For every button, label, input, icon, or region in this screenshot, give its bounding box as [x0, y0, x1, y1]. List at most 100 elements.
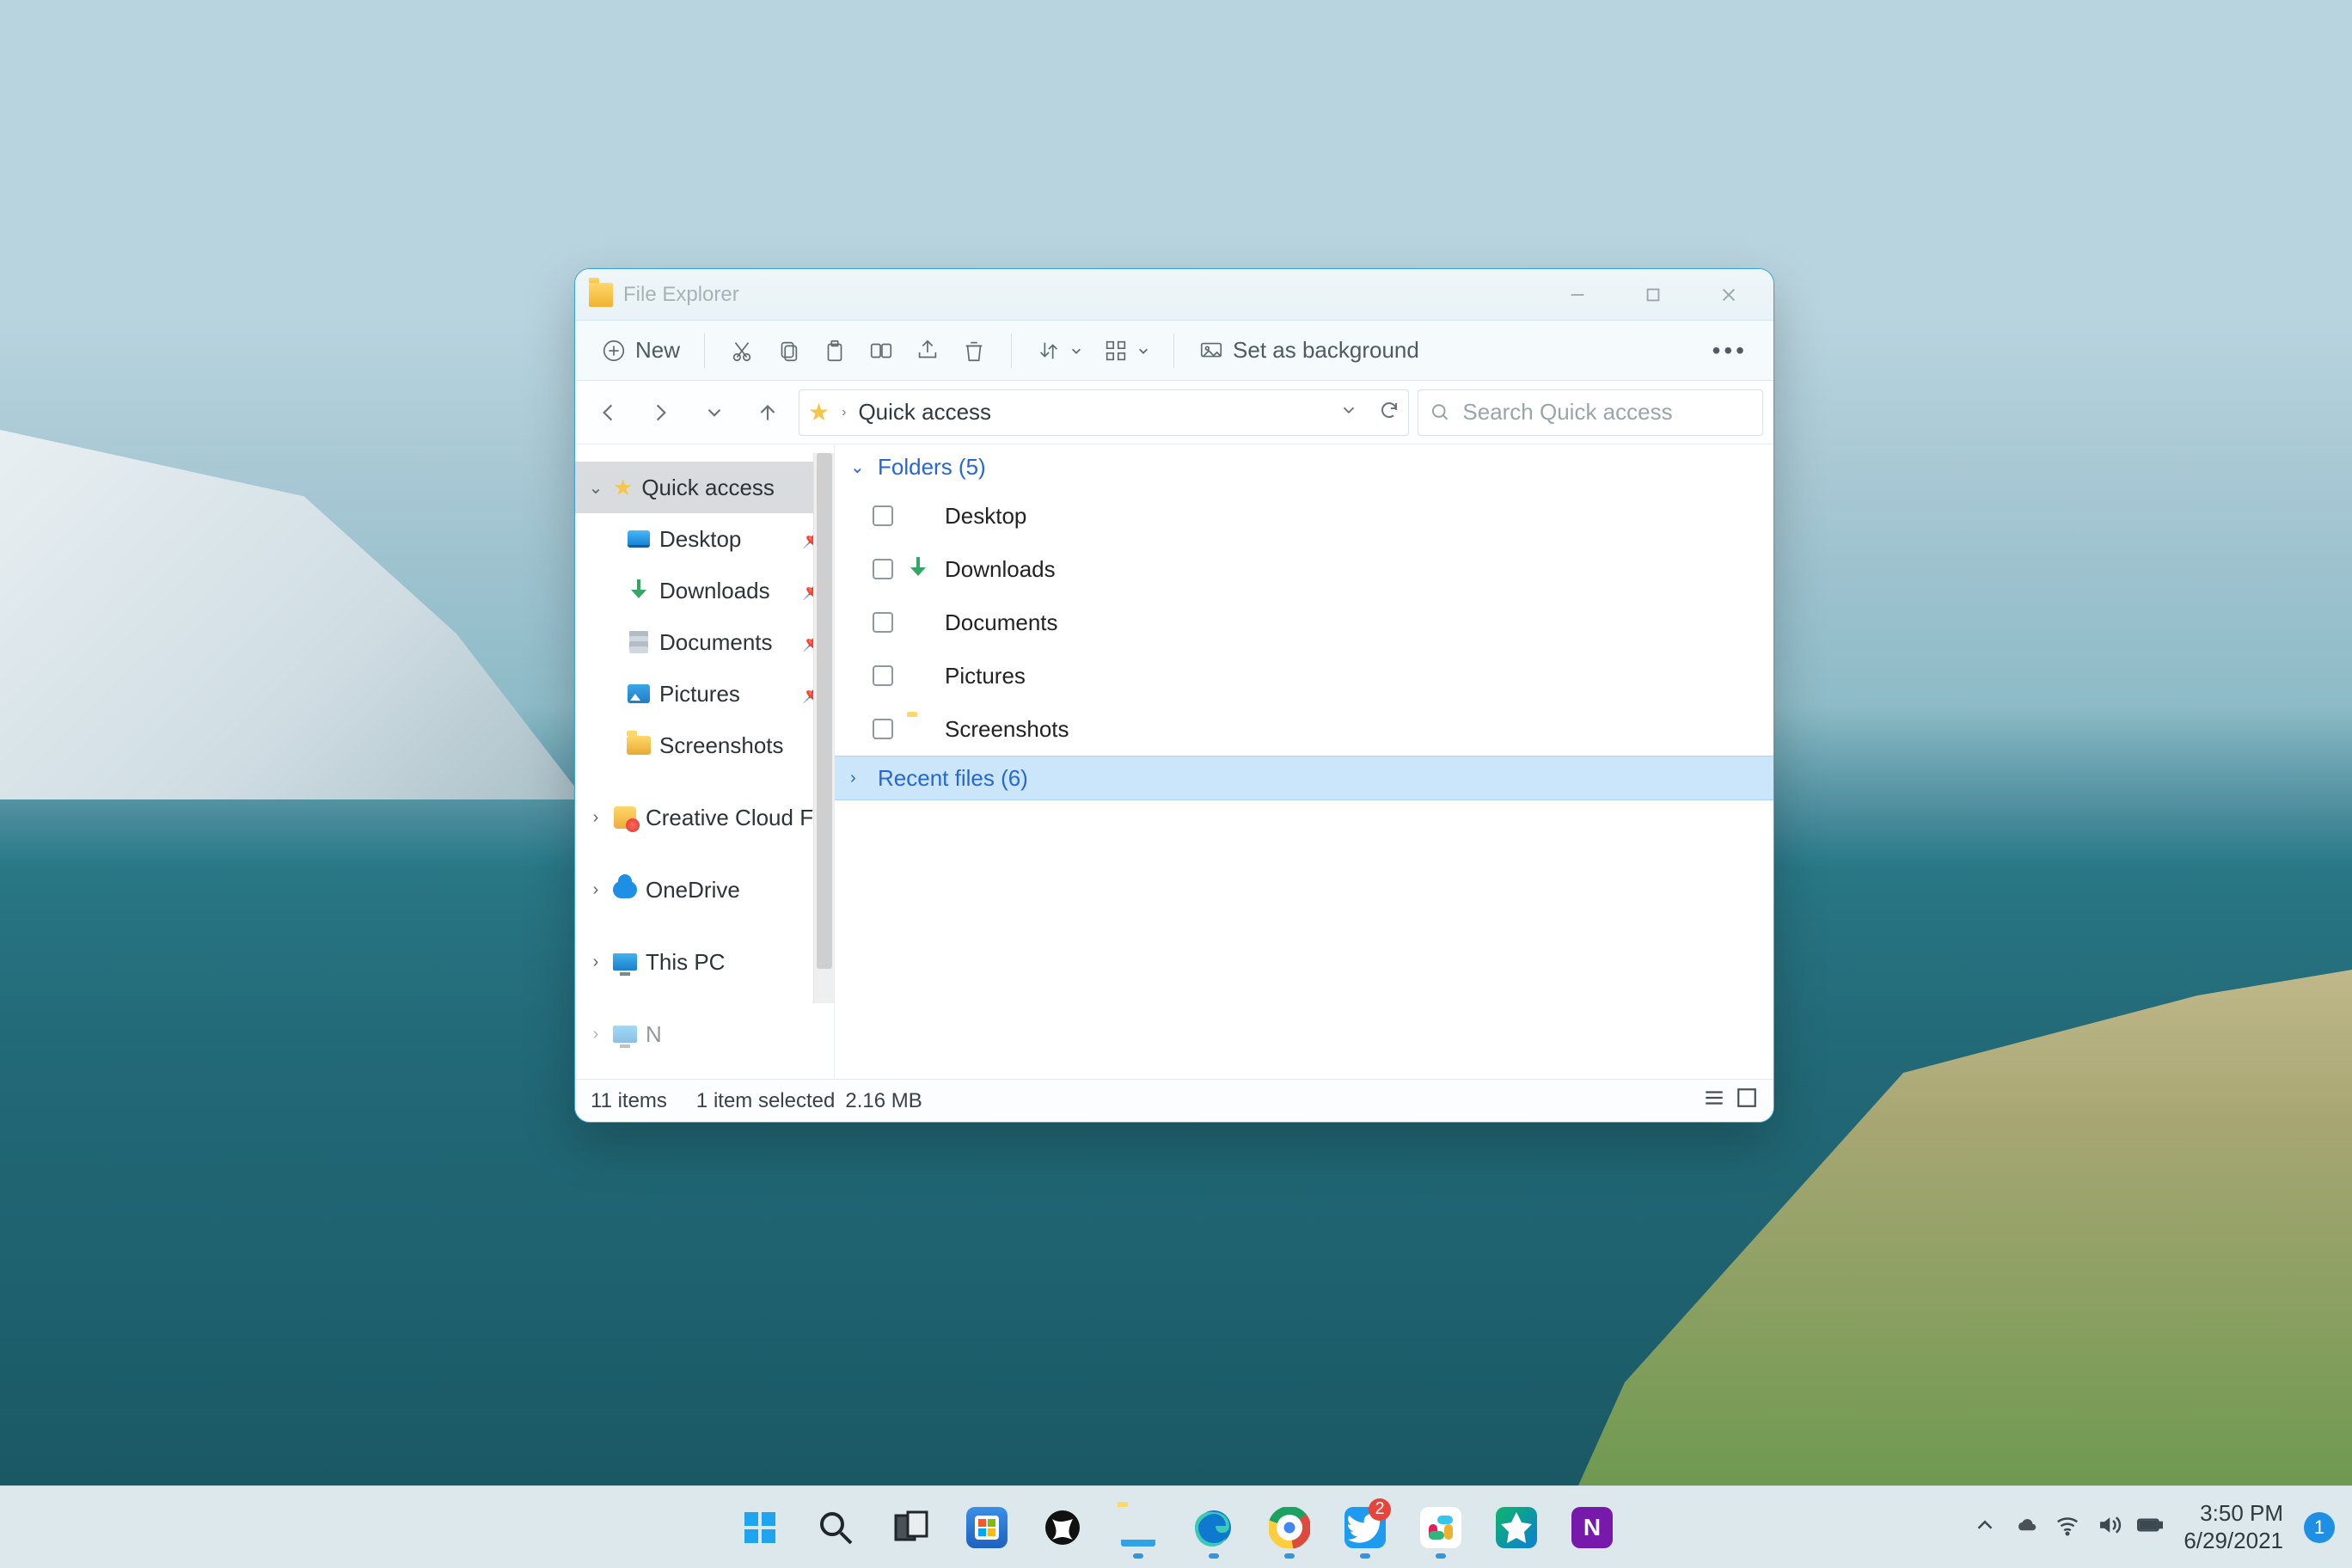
- checkbox[interactable]: [873, 665, 893, 686]
- sidebar-scrollbar[interactable]: [813, 453, 834, 1003]
- item-label: Pictures: [945, 663, 1026, 689]
- onedrive-tray-icon[interactable]: [2013, 1512, 2039, 1542]
- refresh-button[interactable]: [1379, 400, 1400, 425]
- chevron-down-icon: ⌄: [850, 456, 867, 478]
- onenote-button[interactable]: N: [1558, 1493, 1626, 1562]
- folder-item-screenshots[interactable]: Screenshots: [835, 702, 1773, 756]
- folder-item-pictures[interactable]: Pictures: [835, 649, 1773, 702]
- sidebar-network[interactable]: › N: [575, 1008, 834, 1060]
- share-button[interactable]: [904, 330, 951, 371]
- content-pane: ⌄ Folders (5) Desktop Downloads Document…: [835, 444, 1773, 1079]
- microsoft-store-button[interactable]: [952, 1493, 1021, 1562]
- set-as-background-button[interactable]: Set as background: [1188, 330, 1430, 371]
- group-header-recent-files[interactable]: › Recent files (6): [835, 756, 1773, 800]
- chevron-right-icon: ›: [587, 880, 604, 900]
- more-options-button[interactable]: •••: [1702, 330, 1758, 371]
- search-input[interactable]: [1462, 399, 1750, 426]
- view-button[interactable]: [1093, 330, 1160, 371]
- scrollbar-thumb[interactable]: [817, 453, 832, 969]
- sidebar-item-documents[interactable]: Documents 📌: [575, 616, 834, 668]
- folder-item-downloads[interactable]: Downloads: [835, 542, 1773, 596]
- twitter-button[interactable]: 2: [1331, 1493, 1400, 1562]
- sidebar-item-desktop[interactable]: Desktop 📌: [575, 513, 834, 565]
- checkbox[interactable]: [873, 505, 893, 526]
- sidebar-item-label: Documents: [659, 629, 773, 656]
- up-button[interactable]: [745, 390, 790, 435]
- file-explorer-window: File Explorer New: [574, 268, 1774, 1123]
- address-dropdown-button[interactable]: [1339, 401, 1358, 424]
- navigation-pane: ⌄ ★ Quick access Desktop 📌 Downloads 📌 D…: [575, 444, 835, 1079]
- taskbar-clock[interactable]: 3:50 PM 6/29/2021: [2184, 1500, 2283, 1553]
- star-icon: ★: [613, 475, 633, 501]
- details-view-button[interactable]: [1703, 1087, 1725, 1115]
- status-bar: 11 items 1 item selected 2.16 MB: [575, 1079, 1773, 1122]
- sidebar-item-downloads[interactable]: Downloads 📌: [575, 565, 834, 616]
- new-button[interactable]: New: [591, 330, 690, 371]
- breadcrumb-separator: ›: [842, 405, 846, 420]
- sidebar-quick-access[interactable]: ⌄ ★ Quick access: [575, 462, 834, 513]
- search-box[interactable]: [1418, 389, 1763, 436]
- item-label: Downloads: [945, 556, 1056, 583]
- sidebar-quick-access-label: Quick access: [641, 475, 775, 501]
- clock-time: 3:50 PM: [2184, 1500, 2283, 1527]
- wallpaper-mountain-left: [0, 430, 585, 799]
- chevron-right-icon: ›: [587, 808, 604, 828]
- sidebar-this-pc[interactable]: › This PC: [575, 936, 834, 988]
- edge-button[interactable]: [1179, 1493, 1248, 1562]
- address-bar[interactable]: ★ › Quick access: [799, 389, 1409, 436]
- sidebar-item-label: Desktop: [659, 526, 741, 553]
- folder-item-documents[interactable]: Documents: [835, 596, 1773, 649]
- chevron-down-icon: ⌄: [587, 477, 604, 499]
- sidebar-item-label: OneDrive: [646, 877, 740, 903]
- wifi-tray-icon[interactable]: [2055, 1512, 2080, 1542]
- recent-locations-button[interactable]: [692, 390, 737, 435]
- folder-item-desktop[interactable]: Desktop: [835, 489, 1773, 542]
- start-button[interactable]: [726, 1493, 794, 1562]
- checkbox[interactable]: [873, 719, 893, 739]
- sidebar-onedrive[interactable]: › OneDrive: [575, 864, 834, 916]
- checkbox[interactable]: [873, 559, 893, 579]
- status-items: 11 items: [591, 1089, 667, 1113]
- tray-overflow-button[interactable]: [1972, 1512, 1998, 1542]
- close-button[interactable]: [1691, 269, 1767, 321]
- sidebar-item-screenshots[interactable]: Screenshots: [575, 720, 834, 771]
- clock-date: 6/29/2021: [2184, 1528, 2283, 1554]
- network-icon: [613, 1026, 637, 1043]
- sidebar-item-pictures[interactable]: Pictures 📌: [575, 668, 834, 720]
- quick-access-star-icon: ★: [808, 398, 830, 426]
- maximize-button[interactable]: [1615, 269, 1691, 321]
- slack-button[interactable]: [1406, 1493, 1475, 1562]
- copy-button[interactable]: [765, 330, 812, 371]
- volume-tray-icon[interactable]: [2096, 1512, 2122, 1542]
- paste-button[interactable]: [812, 330, 858, 371]
- back-button[interactable]: [585, 390, 630, 435]
- notification-center-button[interactable]: 1: [2304, 1512, 2335, 1543]
- file-explorer-taskbar-button[interactable]: [1104, 1493, 1173, 1562]
- sidebar-creative-cloud[interactable]: › Creative Cloud Fil: [575, 792, 834, 843]
- sidebar-item-label: Pictures: [659, 681, 740, 707]
- onedrive-icon: [613, 881, 637, 898]
- desktop-icon: [628, 530, 650, 548]
- checkbox[interactable]: [873, 612, 893, 633]
- xbox-button[interactable]: [1028, 1493, 1097, 1562]
- group-header-folders[interactable]: ⌄ Folders (5): [835, 444, 1773, 489]
- rename-button[interactable]: [858, 330, 904, 371]
- thumbnails-view-button[interactable]: [1736, 1087, 1758, 1115]
- bluestacks-button[interactable]: [1482, 1493, 1551, 1562]
- search-button[interactable]: [801, 1493, 870, 1562]
- window-title: File Explorer: [623, 283, 739, 307]
- task-view-button[interactable]: [877, 1493, 946, 1562]
- chrome-button[interactable]: [1255, 1493, 1324, 1562]
- minimize-button[interactable]: [1540, 269, 1615, 321]
- titlebar[interactable]: File Explorer: [575, 269, 1773, 321]
- sidebar-item-label: This PC: [646, 949, 725, 976]
- taskbar: 2 N 3:50 PM 6/29/2021 1: [0, 1485, 2352, 1568]
- forward-button[interactable]: [639, 390, 683, 435]
- battery-tray-icon[interactable]: [2137, 1512, 2163, 1542]
- system-tray: 3:50 PM 6/29/2021 1: [1972, 1500, 2352, 1553]
- cut-button[interactable]: [719, 330, 765, 371]
- navigation-row: ★ › Quick access: [575, 381, 1773, 444]
- sort-button[interactable]: [1026, 330, 1093, 371]
- breadcrumb-quick-access[interactable]: Quick access: [858, 399, 991, 426]
- delete-button[interactable]: [951, 330, 997, 371]
